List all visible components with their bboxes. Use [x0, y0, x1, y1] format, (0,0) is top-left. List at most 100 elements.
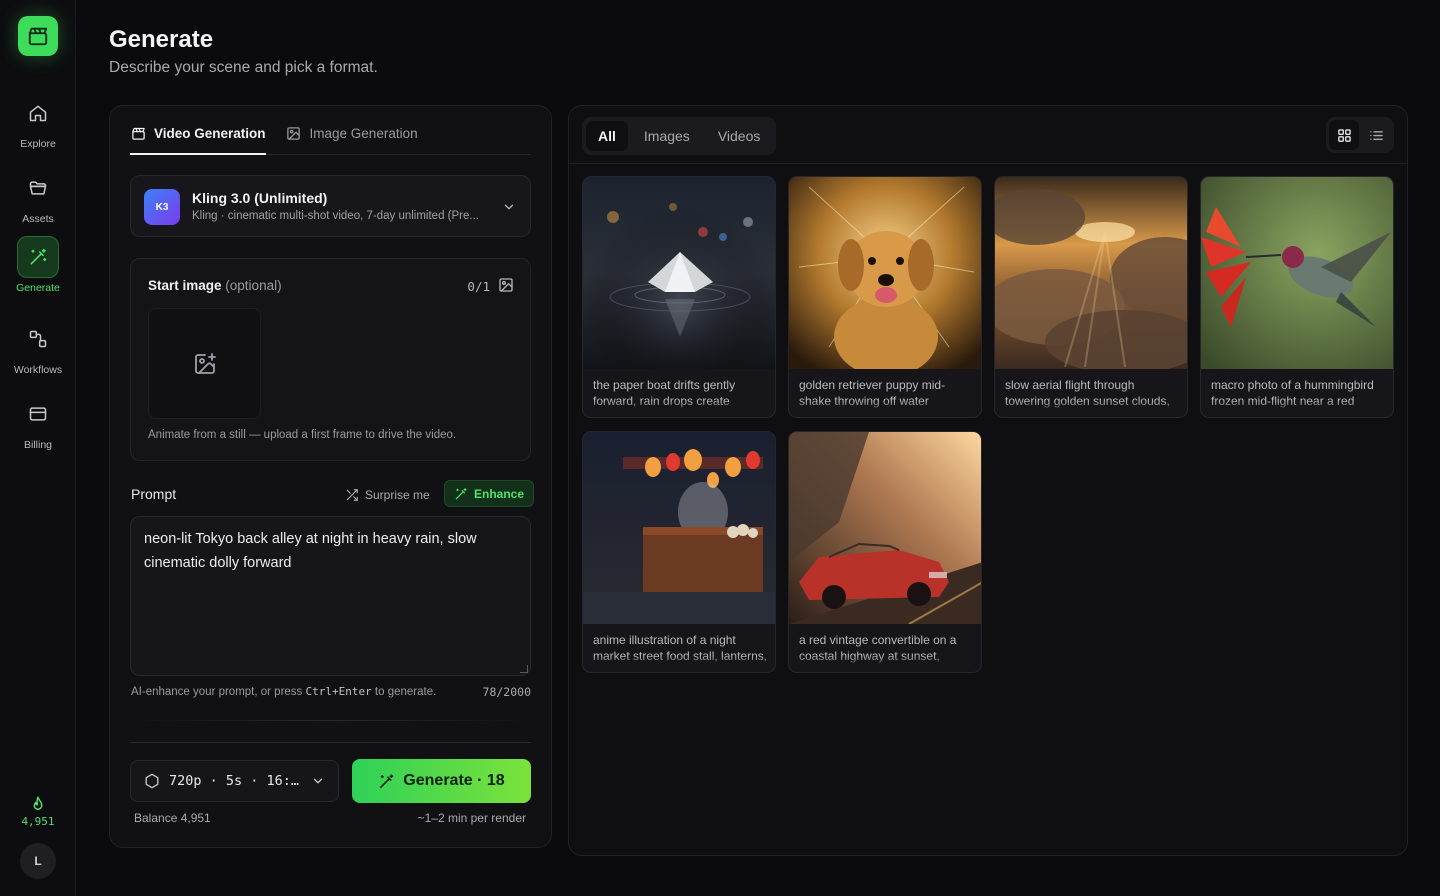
sidebar-item-label: Workflows — [13, 364, 63, 376]
magic-wand-icon — [455, 487, 467, 499]
sidebar-item-billing[interactable]: Billing — [0, 393, 76, 451]
gallery-card[interactable]: slow aerial flight through towering gold… — [994, 176, 1188, 418]
divider — [130, 720, 531, 721]
credits-value: 4,951 — [21, 815, 55, 828]
list-icon — [1369, 130, 1383, 140]
start-image-dropzone[interactable] — [148, 308, 261, 419]
gallery-filter-tabs: All Images Videos — [582, 117, 777, 155]
filter-all[interactable]: All — [586, 121, 628, 151]
optional-tag: (optional) — [225, 278, 282, 293]
page-title: Generate — [109, 26, 214, 53]
gallery-card[interactable]: macro photo of a hummingbird frozen mid-… — [1200, 176, 1394, 418]
home-icon — [17, 92, 59, 134]
prompt-textarea[interactable]: neon-lit Tokyo back alley at night in he… — [130, 516, 531, 676]
card-caption: the paper boat drifts gently forward, ra… — [593, 377, 769, 413]
gallery-card[interactable]: golden retriever puppy mid-shake throwin… — [788, 176, 982, 418]
model-badge: K3 — [144, 189, 180, 225]
surprise-me-label: Surprise me — [365, 488, 430, 502]
generation-tabs: Video Generation Image Generation — [130, 122, 531, 155]
gallery-card[interactable]: anime illustration of a night market str… — [582, 431, 776, 673]
tab-image-generation[interactable]: Image Generation — [286, 122, 418, 144]
settings-summary: 720p · 5s · 16:… — [169, 773, 300, 789]
filter-images[interactable]: Images — [632, 121, 702, 151]
credits-indicator[interactable]: 4,951 — [0, 795, 76, 828]
card-caption: a red vintage convertible on a coastal h… — [799, 632, 975, 668]
flame-icon — [33, 796, 43, 810]
page-subtitle: Describe your scene and pick a format. — [109, 59, 378, 76]
sidebar-item-label: Billing — [23, 439, 52, 451]
sidebar-item-explore[interactable]: Explore — [0, 92, 76, 150]
model-description: Kling · cinematic multi-shot video, 7-da… — [192, 210, 479, 222]
magic-wand-icon — [17, 236, 59, 278]
list-view-button[interactable] — [1361, 120, 1391, 150]
resize-handle[interactable] — [520, 665, 528, 673]
paper-boat-thumbnail — [583, 177, 775, 369]
divider — [569, 163, 1407, 164]
balance-text: Balance 4,951 — [134, 811, 211, 825]
chevron-down-icon — [313, 778, 323, 784]
filter-videos[interactable]: Videos — [706, 121, 773, 151]
grid-view-button[interactable] — [1329, 120, 1359, 150]
start-image-count: 0/1 — [467, 279, 490, 294]
puppy-thumbnail — [789, 177, 981, 369]
grid-icon — [1337, 128, 1351, 142]
sidebar-item-generate[interactable]: Generate — [0, 236, 76, 294]
magic-wand-icon — [380, 773, 394, 788]
tab-label: Video Generation — [154, 125, 266, 141]
prompt-label: Prompt — [131, 486, 177, 502]
start-image-help: Animate from a still — upload a first fr… — [148, 429, 457, 441]
prompt-help: AI-enhance your prompt, or press Ctrl+En… — [131, 685, 436, 698]
render-time-text: ~1–2 min per render — [417, 811, 526, 825]
avatar[interactable]: L — [20, 843, 56, 879]
divider — [130, 742, 531, 743]
card-caption: macro photo of a hummingbird frozen mid-… — [1211, 377, 1387, 413]
sidebar-item-label: Explore — [20, 138, 56, 150]
prompt-help-text: AI-enhance your prompt, or press — [131, 686, 306, 698]
enhance-button[interactable]: Enhance — [444, 480, 535, 507]
generate-button[interactable]: Generate · 18 — [352, 759, 531, 803]
model-selector[interactable]: K3 Kling 3.0 (Unlimited) Kling · cinemat… — [130, 175, 531, 237]
sidebar-item-assets[interactable]: Assets — [0, 167, 76, 225]
prompt-help-text-end: to generate. — [371, 686, 437, 698]
enhance-label: Enhance — [474, 486, 525, 501]
tab-label: Image Generation — [309, 125, 418, 141]
sidebar-item-label: Generate — [16, 282, 60, 294]
start-image-section: Start image (optional) 0/1 Animate from … — [130, 258, 531, 461]
gallery-panel: All Images Videos the paper boat drifts … — [568, 105, 1408, 856]
image-plus-icon — [194, 352, 216, 374]
sidebar-item-label: Assets — [22, 213, 54, 225]
prompt-char-count: 78/2000 — [482, 685, 531, 699]
workflow-icon — [17, 318, 59, 360]
folder-icon — [17, 167, 59, 209]
start-image-title: Start image — [148, 278, 222, 293]
sidebar: Explore Assets Generate Workflows Billin… — [0, 0, 76, 896]
image-icon[interactable] — [498, 277, 514, 293]
gallery-card[interactable]: a red vintage convertible on a coastal h… — [788, 431, 982, 673]
sidebar-item-workflows[interactable]: Workflows — [0, 318, 76, 376]
tab-video-generation[interactable]: Video Generation — [130, 122, 266, 155]
card-caption: slow aerial flight through towering gold… — [1005, 377, 1181, 413]
shuffle-icon — [346, 489, 358, 501]
card-caption: anime illustration of a night market str… — [593, 632, 769, 668]
view-toggle — [1326, 117, 1394, 153]
start-image-label: Start image (optional) — [148, 278, 282, 293]
surprise-me-button[interactable]: Surprise me — [345, 483, 430, 507]
model-name: Kling 3.0 (Unlimited) — [192, 190, 328, 206]
output-settings-dropdown[interactable]: 720p · 5s · 16:… — [130, 760, 339, 802]
shortcut-key: Ctrl+Enter — [305, 685, 372, 698]
card-caption: golden retriever puppy mid-shake throwin… — [799, 377, 975, 413]
clapperboard-icon — [130, 125, 146, 141]
logo-clapperboard-icon[interactable] — [18, 16, 58, 56]
hummingbird-thumbnail — [1201, 177, 1393, 369]
generator-panel: Video Generation Image Generation K3 Kli… — [109, 105, 552, 848]
image-icon — [286, 125, 302, 141]
credit-card-icon — [17, 393, 59, 435]
night-market-thumbnail — [583, 432, 775, 624]
convertible-thumbnail — [789, 432, 981, 624]
prompt-text: neon-lit Tokyo back alley at night in he… — [144, 531, 477, 571]
clouds-thumbnail — [995, 177, 1187, 369]
chevron-down-icon — [504, 204, 514, 210]
generate-label: Generate · 18 — [403, 772, 505, 789]
hexagon-icon — [145, 773, 159, 789]
gallery-card[interactable]: the paper boat drifts gently forward, ra… — [582, 176, 776, 418]
